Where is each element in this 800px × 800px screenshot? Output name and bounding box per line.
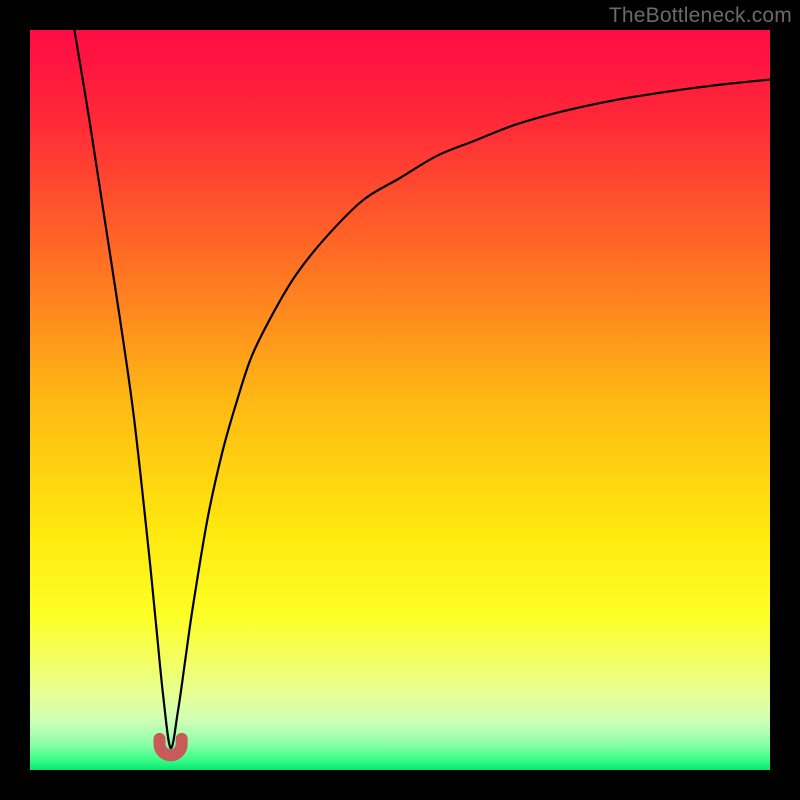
chart-area bbox=[30, 30, 770, 770]
bottleneck-chart bbox=[30, 30, 770, 770]
gradient-background bbox=[30, 30, 770, 770]
attribution-text: TheBottleneck.com bbox=[609, 4, 792, 28]
outer-frame: TheBottleneck.com bbox=[0, 0, 800, 800]
